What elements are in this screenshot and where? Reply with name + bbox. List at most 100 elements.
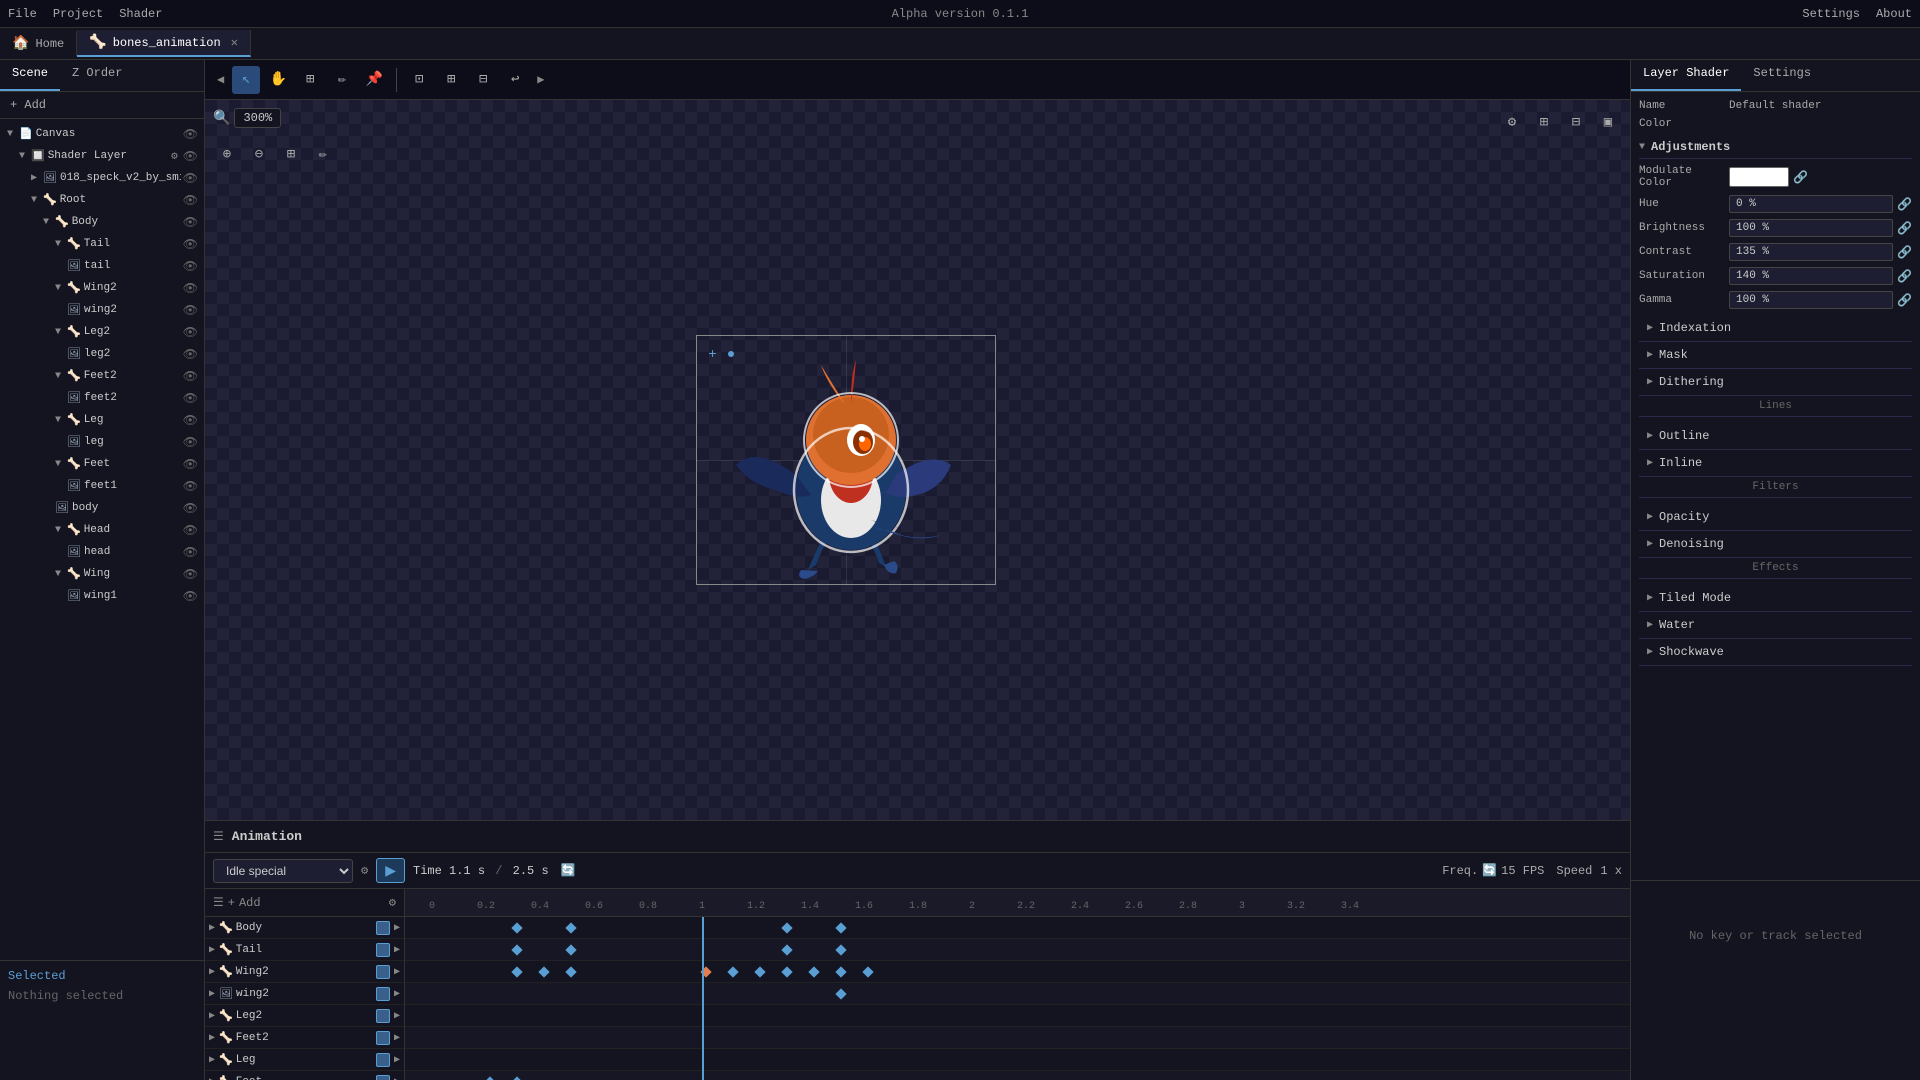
track-feet[interactable]: ▶ 🦴 Feet ▶ [205,1071,404,1080]
track-wing2img-expand[interactable]: ▶ [209,988,215,1000]
keyframe[interactable] [511,944,522,955]
keyframe[interactable] [484,1076,495,1080]
layer-wing[interactable]: ▼ 🦴 Wing 👁 [0,563,204,585]
layer-018-speck[interactable]: ▶ 🖼 018_speck_v2_by_smile 👁 [0,167,204,189]
mask-section[interactable]: ▶ Mask [1639,342,1912,369]
track-body[interactable]: ▶ 🦴 Body ▶ [205,917,404,939]
box-tool-btn[interactable]: ⊡ [405,66,433,94]
modulate-color-swatch[interactable] [1729,167,1789,187]
layer-body[interactable]: ▼ 🦴 Body 👁 [0,211,204,233]
tail-img-vis-icon[interactable]: 👁 [181,259,200,274]
shader-settings-icon[interactable]: ⚙ [171,149,178,163]
root-expand-icon[interactable]: ▼ [28,195,40,206]
right-tab-layer-shader[interactable]: Layer Shader [1631,60,1741,91]
keyframe[interactable] [511,966,522,977]
wing2-vis-icon[interactable]: 👁 [181,281,200,296]
head-expand-icon[interactable]: ▼ [52,525,64,536]
timeline-row-leg[interactable] [405,1049,1630,1071]
layer-root[interactable]: ▼ 🦴 Root 👁 [0,189,204,211]
keyframe[interactable] [727,966,738,977]
timeline-row-leg2[interactable] [405,1005,1630,1027]
track-feet2[interactable]: ▶ 🦴 Feet2 ▶ [205,1027,404,1049]
timeline-row-wing2[interactable] [405,961,1630,983]
align-v-btn[interactable]: ⊖ [245,140,273,168]
track-leg-check[interactable] [376,1053,390,1067]
track-body-expand[interactable]: ▶ [209,922,215,934]
track-leg2-check[interactable] [376,1009,390,1023]
feet-expand-icon[interactable]: ▼ [52,459,64,470]
transform-tool-btn[interactable]: ⊞ [296,66,324,94]
body-img-vis-icon[interactable]: 👁 [181,501,200,516]
keyframe[interactable] [835,988,846,999]
toolbar-scroll-left[interactable]: ◀ [213,72,228,87]
gamma-value[interactable]: 100 % [1729,291,1893,309]
track-leg[interactable]: ▶ 🦴 Leg ▶ [205,1049,404,1071]
select-tool-btn[interactable]: ↖ [232,66,260,94]
layer-feet2-img[interactable]: 🖼 feet2 👁 [0,387,204,409]
layer-head[interactable]: ▼ 🦴 Head 👁 [0,519,204,541]
inline-section[interactable]: ▶ Inline [1639,450,1912,477]
feet2-expand-icon[interactable]: ▼ [52,371,64,382]
canvas-viewport[interactable]: 🔍 300% ⊕ ⊖ ⊞ ✏ ⚙ ⊞ ⊟ ▣ [205,100,1630,820]
keyframe[interactable] [781,922,792,933]
brightness-value[interactable]: 100 % [1729,219,1893,237]
track-tail-arrow[interactable]: ▶ [394,944,400,956]
tracks-add-label[interactable]: Add [239,896,261,910]
keyframe[interactable] [781,944,792,955]
track-wing2[interactable]: ▶ 🦴 Wing2 ▶ [205,961,404,983]
timeline-row-feet2[interactable] [405,1027,1630,1049]
z-order-tab[interactable]: Z Order [60,60,134,91]
wing-expand-icon[interactable]: ▼ [52,569,64,580]
outline-section[interactable]: ▶ Outline [1639,423,1912,450]
head-img-vis-icon[interactable]: 👁 [181,545,200,560]
layer-wing2[interactable]: ▼ 🦴 Wing2 👁 [0,277,204,299]
about-link[interactable]: About [1876,7,1912,21]
layer-body-img[interactable]: 🖼 body 👁 [0,497,204,519]
canvas-vis-icon[interactable]: 👁 [181,127,200,142]
wing-vis-icon[interactable]: 👁 [181,567,200,582]
canvas-view3-btn[interactable]: ▣ [1594,108,1622,136]
layer-feet[interactable]: ▼ 🦴 Feet 👁 [0,453,204,475]
tab-bones-animation[interactable]: 🦴 bones_animation ✕ [77,30,251,57]
tab-home[interactable]: 🏠 Home [0,31,77,56]
leg2-expand-icon[interactable]: ▼ [52,327,64,338]
menu-project[interactable]: Project [53,7,103,21]
distribute-btn[interactable]: ⊞ [277,140,305,168]
keyframe[interactable] [754,966,765,977]
tiled-mode-section[interactable]: ▶ Tiled Mode [1639,585,1912,612]
canvas-settings-btn[interactable]: ⚙ [1498,108,1526,136]
refresh-icon[interactable]: 🔄 [561,863,576,878]
timeline-row-tail[interactable] [405,939,1630,961]
menu-shader[interactable]: Shader [119,7,162,21]
feet2-img-vis-icon[interactable]: 👁 [181,391,200,406]
layer-feet1-img[interactable]: 🖼 feet1 👁 [0,475,204,497]
layer-tail-img[interactable]: 🖼 tail 👁 [0,255,204,277]
layer-wing1-img[interactable]: 🖼 wing1 👁 [0,585,204,607]
layer-canvas[interactable]: ▼ 📄 Canvas 👁 [0,123,204,145]
track-wing2-arrow[interactable]: ▶ [394,966,400,978]
body-expand-icon[interactable]: ▼ [40,217,52,228]
leg-expand-icon[interactable]: ▼ [52,415,64,426]
denoising-section[interactable]: ▶ Denoising [1639,531,1912,558]
keyframe[interactable] [565,922,576,933]
track-leg2-expand[interactable]: ▶ [209,1010,215,1022]
track-body-arrow[interactable]: ▶ [394,922,400,934]
add-button[interactable]: + Add [0,92,204,119]
keyframe[interactable] [565,966,576,977]
leg-vis-icon[interactable]: 👁 [181,413,200,428]
layer-leg2[interactable]: ▼ 🦴 Leg2 👁 [0,321,204,343]
track-feet2-check[interactable] [376,1031,390,1045]
wing1-img-vis-icon[interactable]: 👁 [181,589,200,604]
canvas-expand-icon[interactable]: ▼ [4,129,16,140]
keyframe[interactable] [511,1076,522,1080]
leg2-vis-icon[interactable]: 👁 [181,325,200,340]
hue-value[interactable]: 0 % [1729,195,1893,213]
scene-tab[interactable]: Scene [0,60,60,91]
track-feet-expand[interactable]: ▶ [209,1076,215,1080]
track-tail-expand[interactable]: ▶ [209,944,215,956]
timeline-row-body[interactable] [405,917,1630,939]
anim-menu-icon[interactable]: ☰ [213,829,224,844]
keyframe[interactable] [565,944,576,955]
layer-tail[interactable]: ▼ 🦴 Tail 👁 [0,233,204,255]
track-leg2-arrow[interactable]: ▶ [394,1010,400,1022]
